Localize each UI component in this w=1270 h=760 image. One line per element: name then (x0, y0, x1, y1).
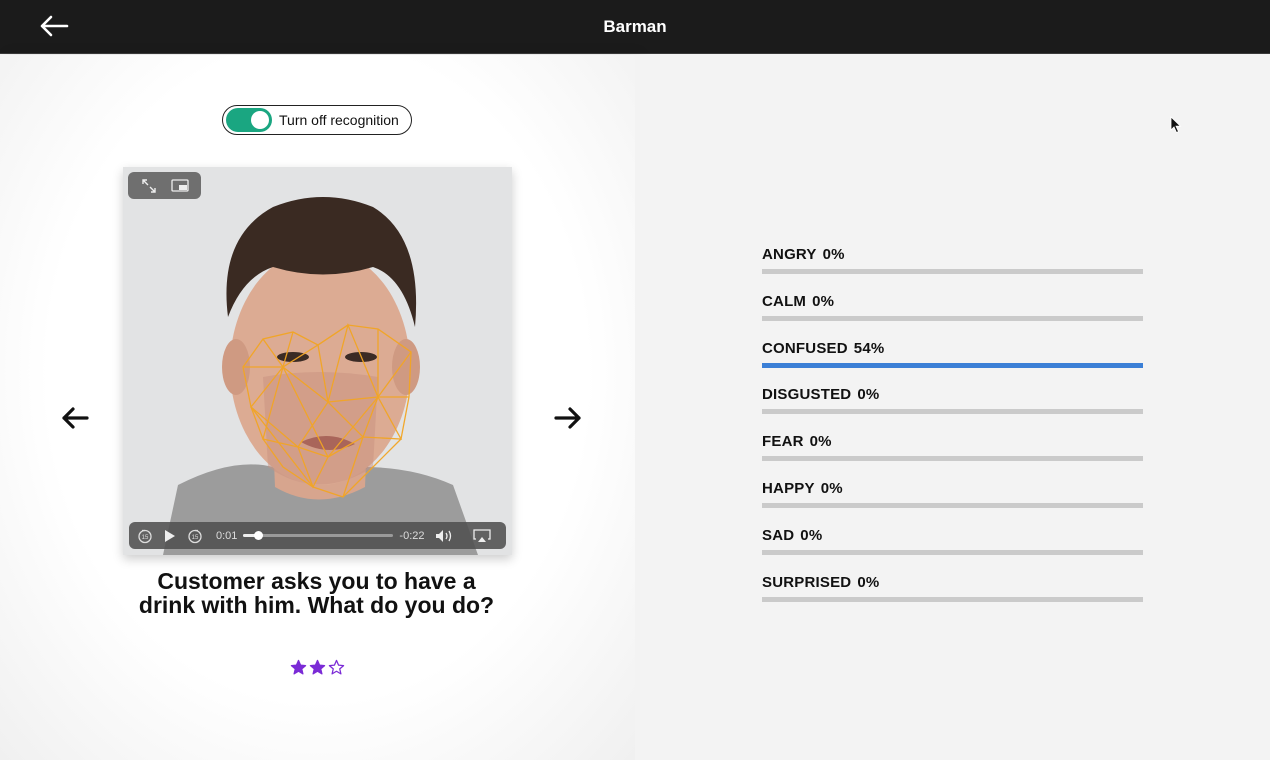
video-panel: Turn off recognition 15 15 0:01 -0:22 Cu… (0, 55, 635, 760)
picture-in-picture-button[interactable] (170, 176, 190, 196)
arrow-right-icon (554, 407, 581, 429)
video-player[interactable]: 15 15 0:01 -0:22 (123, 167, 512, 555)
rewind-15-button[interactable]: 15 (135, 526, 155, 546)
emotion-bar-track (762, 502, 1143, 508)
toggle-switch[interactable] (226, 108, 272, 132)
emotion-row: CONFUSED 54% (762, 340, 1143, 387)
emotion-panel: ANGRY 0% CALM 0% CONFUSED 54% DISGUSTED 0% FEAR 0… (635, 55, 1270, 760)
airplay-button[interactable] (472, 526, 492, 546)
forward-icon: 15 (188, 529, 202, 543)
emotion-name: DISGUSTED (762, 386, 852, 404)
emotion-row: SAD 0% (762, 527, 1143, 574)
emotion-label: ANGRY 0% (762, 246, 1143, 267)
volume-icon (435, 529, 451, 542)
emotion-percentage: 0% (800, 526, 823, 544)
emotion-name: SURPRISED (762, 573, 852, 591)
emotion-row: SURPRISED 0% (762, 574, 1143, 621)
emotion-row: HAPPY 0% (762, 480, 1143, 527)
emotion-name: CONFUSED (762, 339, 848, 357)
emotion-list: ANGRY 0% CALM 0% CONFUSED 54% DISGUSTED 0% FEAR 0… (762, 246, 1143, 620)
emotion-name: SAD (762, 526, 795, 544)
emotion-percentage: 0% (857, 573, 880, 591)
emotion-label: CALM 0% (762, 293, 1143, 314)
top-bar: Barman (0, 0, 1270, 54)
emotion-percentage: 0% (822, 246, 845, 263)
emotion-percentage: 0% (857, 386, 880, 404)
remaining-time: -0:22 (399, 529, 425, 542)
recognition-toggle[interactable]: Turn off recognition (222, 105, 412, 135)
star-empty-icon (328, 659, 345, 675)
emotion-label: SURPRISED 0% (762, 574, 1143, 595)
next-button[interactable] (552, 402, 584, 434)
toggle-knob (251, 111, 269, 129)
emotion-bar-fill (762, 362, 1143, 368)
play-button[interactable] (160, 526, 180, 546)
emotion-label: HAPPY 0% (762, 480, 1143, 501)
video-scrubber[interactable] (243, 531, 394, 540)
emotion-percentage: 54% (853, 339, 885, 357)
emotion-label: DISGUSTED 0% (762, 386, 1143, 407)
emotion-bar-track (762, 315, 1143, 321)
scrubber-handle[interactable] (254, 531, 264, 540)
forward-15-button[interactable]: 15 (185, 526, 205, 546)
toggle-label: Turn off recognition (279, 112, 399, 128)
emotion-percentage: 0% (809, 433, 832, 451)
video-top-controls (128, 172, 201, 199)
emotion-bar-track (762, 549, 1143, 555)
play-icon (165, 529, 175, 542)
emotion-row: ANGRY 0% (762, 246, 1143, 293)
emotion-name: ANGRY (762, 246, 817, 263)
emotion-row: FEAR 0% (762, 433, 1143, 480)
rewind-icon: 15 (138, 529, 152, 543)
volume-button[interactable] (435, 526, 455, 546)
svg-text:15: 15 (142, 535, 149, 541)
current-time: 0:01 (216, 529, 238, 542)
scenario-question: Customer asks you to have a drink with h… (138, 568, 495, 618)
picture-in-picture-icon (171, 178, 189, 192)
emotion-bar-track (762, 362, 1143, 368)
emotion-bar-track (762, 456, 1143, 462)
difficulty-rating (290, 659, 346, 676)
emotion-label: FEAR 0% (762, 433, 1143, 454)
video-controls: 15 15 0:01 -0:22 (129, 522, 506, 549)
emotion-bar-track (762, 269, 1143, 274)
airplay-icon (472, 528, 491, 542)
svg-text:15: 15 (192, 535, 199, 541)
previous-button[interactable] (59, 402, 91, 434)
emotion-label: CONFUSED 54% (762, 340, 1143, 361)
emotion-name: CALM (762, 292, 807, 310)
emotion-bar-track (762, 596, 1143, 602)
emotion-percentage: 0% (820, 479, 843, 497)
fullscreen-button[interactable] (139, 176, 159, 196)
emotion-row: DISGUSTED 0% (762, 386, 1143, 433)
fullscreen-icon (142, 178, 156, 193)
face-video-frame (123, 167, 512, 555)
mouse-cursor-icon (1170, 116, 1182, 134)
emotion-row: CALM 0% (762, 293, 1143, 340)
emotion-name: HAPPY (762, 479, 815, 497)
arrow-left-icon (62, 407, 89, 429)
emotion-label: SAD 0% (762, 527, 1143, 548)
star-filled-icon (290, 659, 307, 675)
emotion-bar-track (762, 409, 1143, 415)
page-title: Barman (603, 17, 667, 36)
emotion-name: FEAR (762, 433, 804, 451)
star-filled-icon (309, 659, 326, 675)
emotion-percentage: 0% (812, 292, 835, 310)
